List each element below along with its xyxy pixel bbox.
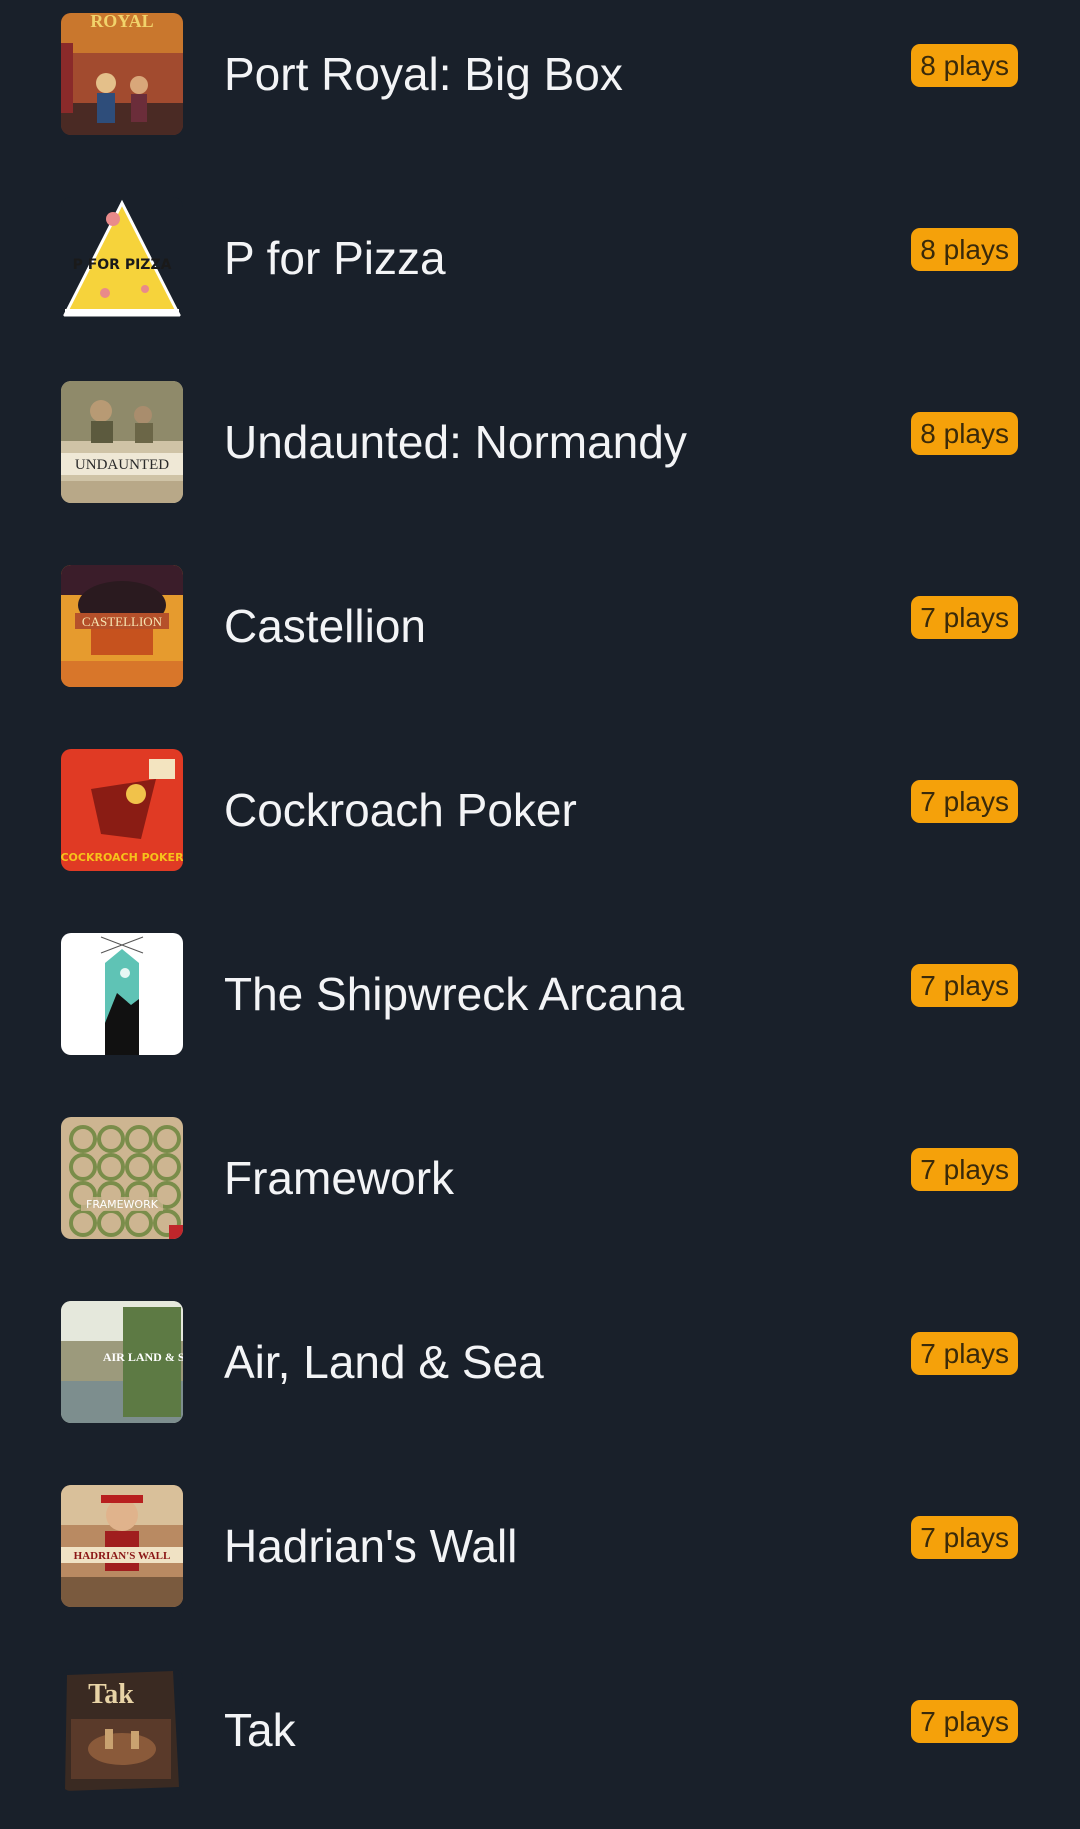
cover-text: COCKROACH POKER — [61, 851, 183, 864]
plays-badge: 7 plays — [911, 964, 1018, 1007]
list-item[interactable]: AIR LAND & SEA Air, Land & Sea 7 plays — [0, 1277, 1080, 1461]
list-item[interactable]: COCKROACH POKER Cockroach Poker 7 plays — [0, 725, 1080, 909]
game-cover-image: COCKROACH POKER — [61, 749, 183, 871]
plays-badge: 7 plays — [911, 1148, 1018, 1191]
game-cover-image: AIR LAND & SEA — [61, 1301, 183, 1423]
list-item[interactable]: Tak Tak 7 plays — [0, 1645, 1080, 1829]
game-title: Castellion — [224, 600, 426, 652]
game-title: Cockroach Poker — [224, 784, 577, 836]
plays-badge: 7 plays — [911, 1516, 1018, 1559]
cover-text: FRAMEWORK — [86, 1198, 159, 1211]
plays-badge: 7 plays — [911, 780, 1018, 823]
list-item[interactable]: P FOR PIZZA P for Pizza 8 plays — [0, 173, 1080, 357]
game-cover-image: CASTELLION — [61, 565, 183, 687]
game-cover-image: FRAMEWORK — [61, 1117, 183, 1239]
game-title: P for Pizza — [224, 232, 446, 284]
cover-text: P FOR PIZZA — [73, 257, 172, 273]
plays-badge: 8 plays — [911, 44, 1018, 87]
plays-badge: 7 plays — [911, 596, 1018, 639]
game-title: Air, Land & Sea — [224, 1336, 544, 1388]
plays-badge: 7 plays — [911, 1700, 1018, 1743]
list-item[interactable]: UNDAUNTED Undaunted: Normandy 8 plays — [0, 357, 1080, 541]
game-cover-image: HADRIAN'S WALL — [61, 1485, 183, 1607]
game-title: Port Royal: Big Box — [224, 48, 623, 100]
game-cover-image — [61, 933, 183, 1055]
plays-badge: 8 plays — [911, 228, 1018, 271]
cover-text: Tak — [88, 1679, 134, 1710]
list-item[interactable]: HADRIAN'S WALL Hadrian's Wall 7 plays — [0, 1461, 1080, 1645]
cover-text: ROYAL — [90, 13, 153, 31]
cover-text: CASTELLION — [82, 614, 163, 629]
list-item[interactable]: ROYAL Port Royal: Big Box 8 plays — [0, 0, 1080, 173]
game-cover-image: UNDAUNTED — [61, 381, 183, 503]
plays-badge: 7 plays — [911, 1332, 1018, 1375]
game-title: The Shipwreck Arcana — [224, 968, 685, 1020]
game-title: Hadrian's Wall — [224, 1520, 518, 1572]
list-item[interactable]: FRAMEWORK Framework 7 plays — [0, 1093, 1080, 1277]
cover-text: HADRIAN'S WALL — [74, 1550, 171, 1562]
game-title: Tak — [224, 1704, 296, 1756]
list-item[interactable]: CASTELLION Castellion 7 plays — [0, 541, 1080, 725]
game-title: Undaunted: Normandy — [224, 416, 687, 468]
game-cover-image: P FOR PIZZA — [61, 197, 183, 319]
list-item[interactable]: The Shipwreck Arcana 7 plays — [0, 909, 1080, 1093]
cover-text: AIR LAND & SEA — [103, 1350, 183, 1364]
cover-text: UNDAUNTED — [75, 457, 169, 473]
game-list: ROYAL Port Royal: Big Box 8 plays P FOR … — [0, 0, 1080, 1829]
game-title: Framework — [224, 1152, 455, 1204]
plays-badge: 8 plays — [911, 412, 1018, 455]
game-cover-image: Tak — [61, 1669, 183, 1791]
game-cover-image: ROYAL — [61, 13, 183, 135]
